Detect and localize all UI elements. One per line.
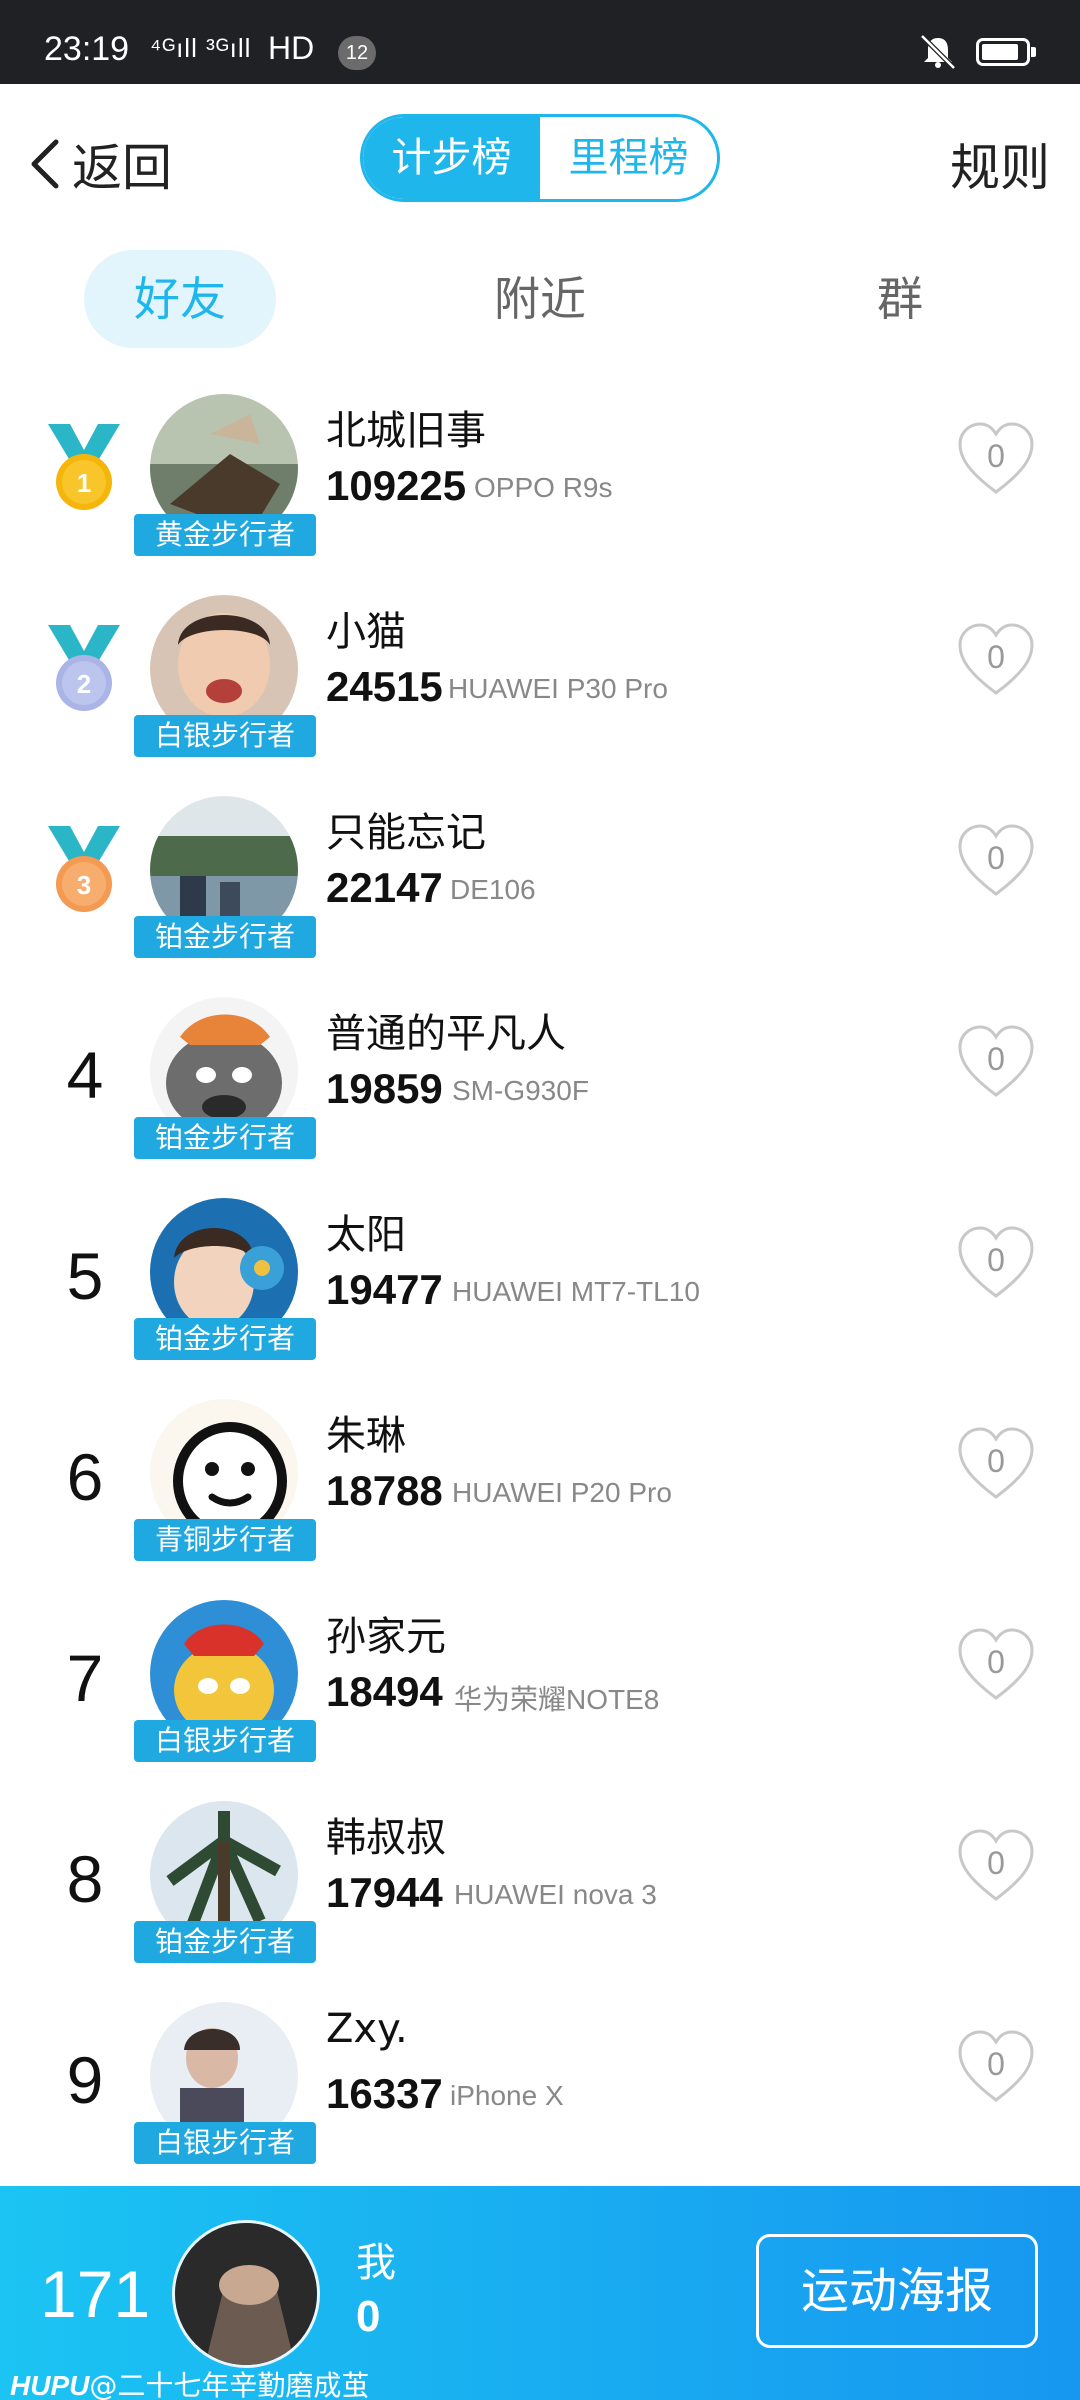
level-badge: 黄金步行者 <box>134 514 316 556</box>
header: 返回 计步榜 里程榜 规则 <box>0 84 1080 234</box>
like-count: 0 <box>987 639 1005 675</box>
bronze-medal-icon: 3 <box>48 826 120 912</box>
my-rank-bar: 171 我 0 运动海报 HUPU@二十七年辛勤磨成茧 <box>0 2186 1080 2400</box>
user-name: 北城旧事 <box>326 408 486 454</box>
back-button[interactable]: 返回 <box>20 124 172 204</box>
like-count: 0 <box>987 1041 1005 1077</box>
like-count: 0 <box>987 2046 1005 2082</box>
device-name: OPPO R9s <box>474 472 613 503</box>
like-count: 0 <box>987 1242 1005 1278</box>
like-count: 0 <box>987 438 1005 474</box>
mute-icon <box>920 34 956 70</box>
level-badge: 铂金步行者 <box>134 1318 316 1360</box>
my-avatar[interactable] <box>172 2220 320 2368</box>
step-count: 17944 <box>326 1869 443 1916</box>
list-item[interactable]: 3 铂金步行者 只能忘记 22147 DE106 0 <box>0 782 1080 982</box>
level-badge: 白银步行者 <box>134 1720 316 1762</box>
scope-tabs: 好友 附近 群 <box>0 250 1080 350</box>
device-name: HUAWEI P30 Pro <box>448 673 668 704</box>
device-name: DE106 <box>450 874 536 905</box>
notification-count-badge: 12 <box>338 36 376 70</box>
status-time: 23:19 <box>44 30 130 68</box>
list-item[interactable]: 5 铂金步行者 太阳 19477 HUAWEI MT7-TL10 0 <box>0 1184 1080 1384</box>
list-item[interactable]: 4 铂金步行者 普通的平凡人 19859 SM-G930F 0 <box>0 983 1080 1183</box>
step-count: 16337 <box>326 2070 443 2117</box>
tab-steps-board[interactable]: 计步榜 <box>363 117 540 199</box>
step-count: 22147 <box>326 864 443 911</box>
like-count: 0 <box>987 1845 1005 1881</box>
step-count: 109225 <box>326 462 467 509</box>
user-name: Zxy. <box>326 2006 408 2052</box>
leaderboard-type-toggle: 计步榜 里程榜 <box>360 114 720 202</box>
hd-indicator: HD <box>268 30 315 66</box>
sport-poster-button[interactable]: 运动海报 <box>756 2234 1038 2348</box>
list-item[interactable]: 9 白银步行者 Zxy. 16337 iPhone X 0 <box>0 1988 1080 2188</box>
user-name: 韩叔叔 <box>326 1815 446 1861</box>
level-badge: 白银步行者 <box>134 2122 316 2164</box>
level-badge: 青铜步行者 <box>134 1519 316 1561</box>
list-item[interactable]: 8 铂金步行者 韩叔叔 17944 HUAWEI nova 3 0 <box>0 1787 1080 1987</box>
like-count: 0 <box>987 1644 1005 1680</box>
tab-nearby[interactable]: 附近 <box>444 250 636 348</box>
chevron-left-icon <box>31 139 59 189</box>
level-badge: 白银步行者 <box>134 715 316 757</box>
rules-button[interactable]: 规则 <box>950 128 1050 200</box>
rank-number: 6 <box>66 1440 104 1514</box>
tab-friends[interactable]: 好友 <box>84 250 276 348</box>
device-name: HUAWEI MT7-TL10 <box>452 1276 700 1307</box>
svg-text:3: 3 <box>77 870 91 900</box>
user-name: 太阳 <box>326 1212 406 1258</box>
level-badge: 铂金步行者 <box>134 916 316 958</box>
device-name: 华为荣耀NOTE8 <box>454 1684 660 1715</box>
device-name: iPhone X <box>450 2080 564 2111</box>
step-count: 18788 <box>326 1467 443 1514</box>
watermark-handle: @二十七年辛勤磨成茧 <box>89 2369 370 2400</box>
device-name: SM-G930F <box>452 1075 589 1106</box>
list-item[interactable]: 1 黄金步行者 北城旧事 109225 OPPO R9s 0 <box>0 380 1080 580</box>
device-name: HUAWEI P20 Pro <box>452 1477 672 1508</box>
rank-number: 8 <box>66 1842 104 1916</box>
step-count: 19477 <box>326 1266 443 1313</box>
like-count: 0 <box>987 840 1005 876</box>
signal-icon: ⁴ᴳıll ³ᴳıll <box>150 33 252 63</box>
list-item[interactable]: 7 白银步行者 孙家元 18494 华为荣耀NOTE8 0 <box>0 1586 1080 1786</box>
battery-icon <box>976 38 1036 66</box>
user-name: 朱琳 <box>326 1413 406 1459</box>
device-name: HUAWEI nova 3 <box>454 1879 657 1910</box>
list-item[interactable]: 6 青铜步行者 朱琳 18788 HUAWEI P20 Pro 0 <box>0 1385 1080 1585</box>
user-name: 小猫 <box>326 609 406 655</box>
svg-text:2: 2 <box>77 669 91 699</box>
level-badge: 铂金步行者 <box>134 1117 316 1159</box>
gold-medal-icon: 1 <box>48 424 120 510</box>
like-count: 0 <box>987 1443 1005 1479</box>
status-bar: 23:19 ⁴ᴳıll ³ᴳıll HD 12 <box>0 0 1080 84</box>
step-count: 18494 <box>326 1668 443 1715</box>
watermark-brand: HUPU <box>10 2370 90 2400</box>
tab-groups[interactable]: 群 <box>804 250 996 348</box>
my-label: 我 <box>356 2240 396 2286</box>
step-count: 24515 <box>326 663 443 710</box>
tab-distance-board[interactable]: 里程榜 <box>540 117 717 199</box>
user-name: 普通的平凡人 <box>326 1011 566 1057</box>
silver-medal-icon: 2 <box>48 625 120 711</box>
watermark: HUPU@二十七年辛勤磨成茧 <box>10 2364 369 2400</box>
list-item[interactable]: 2 白银步行者 小猫 24515 HUAWEI P30 Pro 0 <box>0 581 1080 781</box>
my-step-count: 0 <box>356 2292 381 2341</box>
user-name: 只能忘记 <box>326 810 486 856</box>
rank-number: 9 <box>66 2043 104 2117</box>
back-label: 返回 <box>72 139 172 197</box>
svg-text:1: 1 <box>77 468 91 498</box>
my-rank-number: 171 <box>40 2257 151 2331</box>
step-count: 19859 <box>326 1065 443 1112</box>
rank-number: 4 <box>66 1038 104 1112</box>
user-name: 孙家元 <box>326 1614 446 1660</box>
rank-number: 7 <box>66 1641 104 1715</box>
level-badge: 铂金步行者 <box>134 1921 316 1963</box>
rank-number: 5 <box>66 1239 104 1313</box>
